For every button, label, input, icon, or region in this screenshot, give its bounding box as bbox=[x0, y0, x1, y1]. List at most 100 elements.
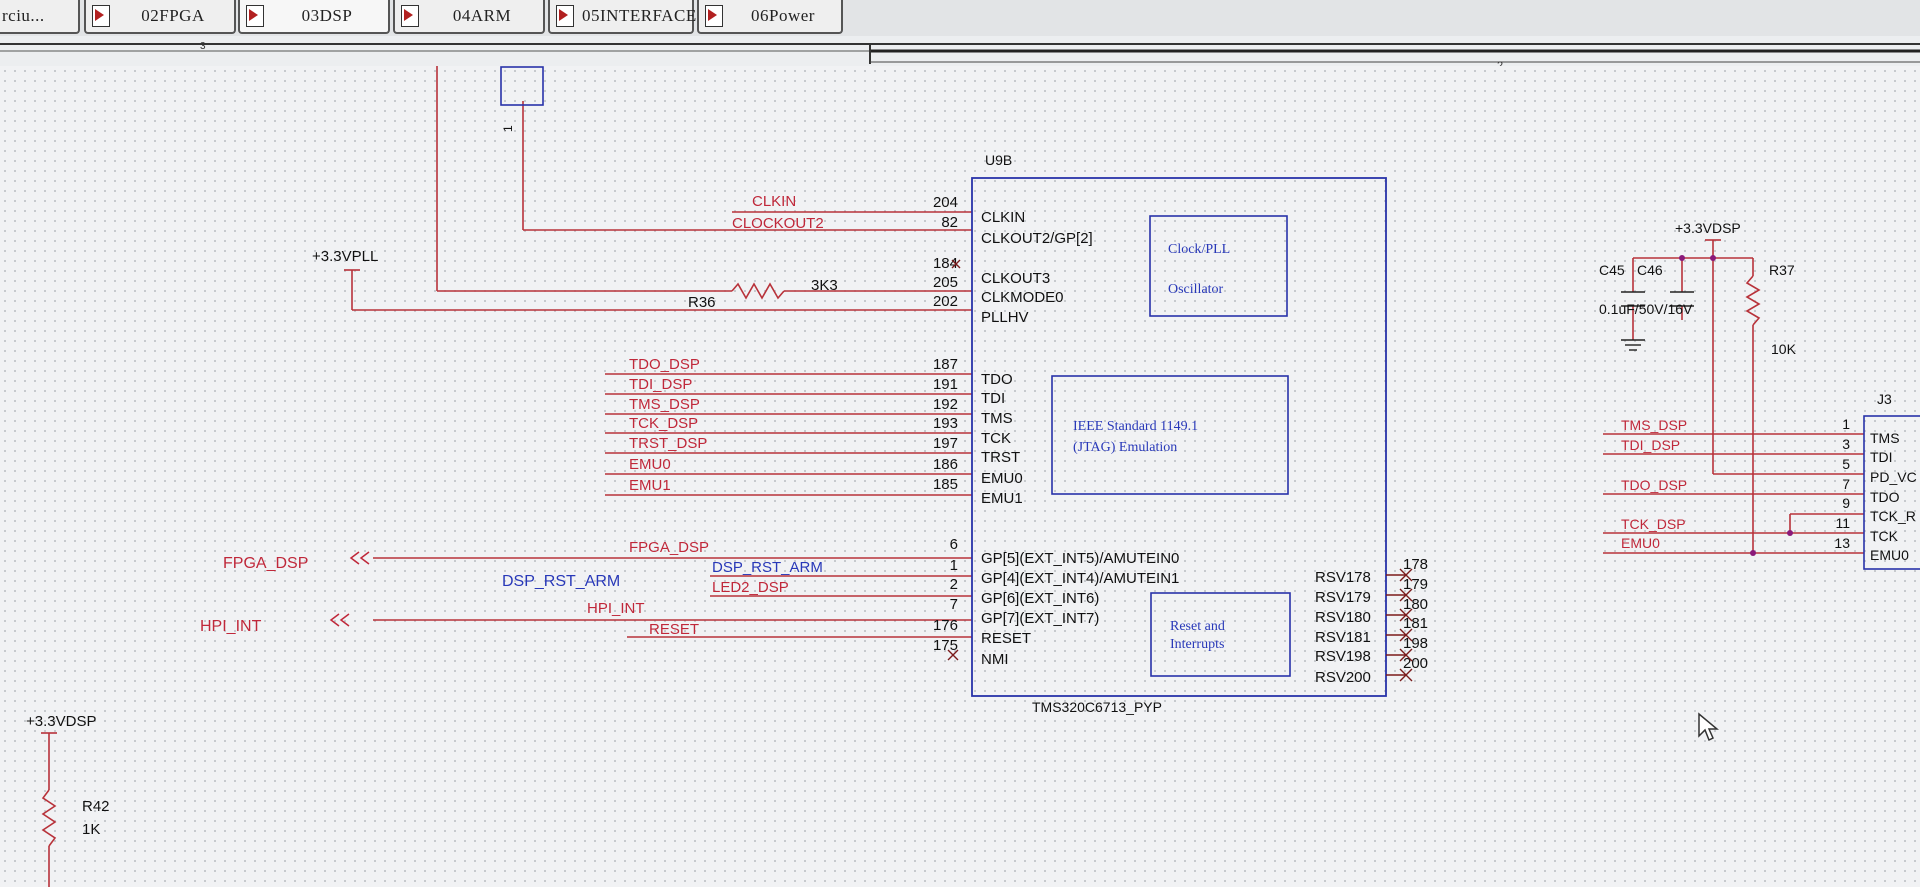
pin-number: 202 bbox=[933, 293, 958, 310]
reset-block-line1: Reset and bbox=[1170, 619, 1225, 634]
pin-name: RSV178 bbox=[1315, 569, 1371, 586]
net-label-emu0: EMU0 bbox=[629, 456, 671, 473]
reset-block-line2: Interrupts bbox=[1170, 637, 1224, 652]
schematic-sheet-icon bbox=[92, 5, 110, 27]
j3-pin-name: TDI bbox=[1870, 449, 1893, 465]
net-label-reset: RESET bbox=[649, 621, 699, 638]
r37-designator: R37 bbox=[1769, 262, 1795, 278]
r37-value: 10K bbox=[1771, 341, 1797, 357]
j3-pin-name: EMU0 bbox=[1870, 547, 1909, 563]
j3-pin-number: 3 bbox=[1842, 436, 1850, 452]
pin-number: 82 bbox=[941, 214, 958, 231]
net-label: TMS_DSP bbox=[1621, 417, 1687, 433]
tab-02fpga[interactable]: 02FPGA bbox=[84, 0, 236, 34]
r36-designator: R36 bbox=[688, 294, 716, 311]
j3-pin-number: 13 bbox=[1834, 535, 1850, 551]
junction-dots bbox=[1679, 255, 1793, 556]
cap-values: 0.1uF/50V/16V bbox=[1599, 301, 1693, 317]
r42-power-label: +3.3VDSP bbox=[26, 713, 96, 730]
offsheet-dsp-rst-arm[interactable]: DSP_RST_ARM bbox=[502, 573, 620, 590]
right-block-labels: +3.3VDSP C45 C46 0.1uF/50V/16V R37 10K J… bbox=[1599, 220, 1892, 407]
net-label-led2-dsp: LED2_DSP bbox=[712, 579, 789, 596]
pin-number: 2 bbox=[950, 576, 958, 593]
schematic-sheet-icon bbox=[556, 5, 574, 27]
pin-number: 200 bbox=[1403, 655, 1428, 672]
net-label-clockout2: CLOCKOUT2 bbox=[732, 215, 824, 232]
net-label-tdi: TDI_DSP bbox=[629, 376, 692, 393]
schematic-canvas[interactable]: 1 U9B TMS320C6713_PYP Clock/PLL Oscillat… bbox=[0, 66, 1920, 887]
net-label-trst: TRST_DSP bbox=[629, 435, 707, 452]
r42-designator: R42 bbox=[82, 798, 110, 815]
pin-number: 179 bbox=[1403, 576, 1428, 593]
net-label: TCK_DSP bbox=[1621, 516, 1686, 532]
j3-pin-name: PD_VC bbox=[1870, 469, 1917, 485]
tab-label: 03DSP bbox=[301, 6, 353, 25]
pin-name: RSV181 bbox=[1315, 629, 1371, 646]
pin-number: 193 bbox=[933, 415, 958, 432]
j3-net-labels: TMS_DSP TDI_DSP TDO_DSP TCK_DSP EMU0 bbox=[1621, 417, 1687, 551]
pin-name: CLKIN bbox=[981, 209, 1025, 226]
pin-number: 181 bbox=[1403, 615, 1428, 632]
pin-name: CLKOUT2/GP[2] bbox=[981, 230, 1093, 247]
c46-designator: C46 bbox=[1637, 262, 1663, 278]
pin-number: 192 bbox=[933, 396, 958, 413]
offsheet-hpi-int[interactable]: HPI_INT bbox=[200, 618, 262, 635]
pin-number: 186 bbox=[933, 456, 958, 473]
offsheet-fpga-dsp[interactable]: FPGA_DSP bbox=[223, 555, 308, 572]
jtag-block-line2: (JTAG) Emulation bbox=[1073, 440, 1177, 455]
pin-name: RSV180 bbox=[1315, 609, 1371, 626]
tab-label: 02FPGA bbox=[141, 6, 205, 25]
clock-pll-block bbox=[1149, 215, 1288, 317]
pin-number: 178 bbox=[1403, 556, 1428, 573]
pin-number: 187 bbox=[933, 356, 958, 373]
pin-number: 185 bbox=[933, 476, 958, 493]
j3-pin-number: 1 bbox=[1842, 416, 1850, 432]
sheet-border-ruler: 3 2 bbox=[0, 36, 1920, 72]
schematic-sheet-icon bbox=[705, 5, 723, 27]
net-label-clkin: CLKIN bbox=[752, 193, 796, 210]
pin-number: 197 bbox=[933, 435, 958, 452]
j3-pin-number: 9 bbox=[1842, 495, 1850, 511]
pin-name: RESET bbox=[981, 630, 1031, 647]
test-point-symbol[interactable] bbox=[500, 66, 544, 106]
pin-number: 180 bbox=[1403, 596, 1428, 613]
schematic-drawing[interactable]: 1 U9B TMS320C6713_PYP Clock/PLL Oscillat… bbox=[0, 66, 1920, 887]
tab-sheet-01[interactable]: rciu... bbox=[0, 0, 80, 34]
net-label: EMU0 bbox=[1621, 535, 1660, 551]
pin-number: 204 bbox=[933, 194, 958, 211]
pin-name: RSV198 bbox=[1315, 648, 1371, 665]
j3-pin-number: 7 bbox=[1842, 476, 1850, 492]
j3-designator: J3 bbox=[1877, 391, 1892, 407]
pin-number: 6 bbox=[950, 536, 958, 553]
offsheet-arrows bbox=[329, 551, 370, 627]
pll-power-label: +3.3VPLL bbox=[312, 248, 378, 265]
pin-name: CLKMODE0 bbox=[981, 289, 1064, 306]
test-point-pin-number: 1 bbox=[501, 125, 515, 132]
clock-block-line1: Clock/PLL bbox=[1168, 242, 1230, 257]
net-label-dsp-rst-arm: DSP_RST_ARM bbox=[712, 559, 823, 576]
net-label-hpi-int: HPI_INT bbox=[587, 600, 645, 617]
tab-04arm[interactable]: 04ARM bbox=[393, 0, 545, 34]
pin-number: 184 bbox=[933, 255, 958, 272]
tab-03dsp[interactable]: 03DSP bbox=[238, 0, 390, 34]
tab-label: rciu... bbox=[2, 6, 45, 25]
clock-block-line2: Oscillator bbox=[1168, 282, 1224, 297]
tab-label: 04ARM bbox=[452, 6, 512, 25]
pin-number: 1 bbox=[950, 557, 958, 574]
pin-name: NMI bbox=[981, 651, 1009, 668]
pin-name: EMU1 bbox=[981, 490, 1023, 507]
mouse-cursor-icon bbox=[1698, 712, 1719, 742]
ruler-zone-3: 3 bbox=[200, 41, 206, 52]
jtag-block-line1: IEEE Standard 1149.1 bbox=[1073, 419, 1198, 434]
pin-name: TDI bbox=[981, 390, 1005, 407]
tab-label: 06Power bbox=[751, 6, 815, 25]
schematic-sheet-icon bbox=[246, 5, 264, 27]
pin-number: 198 bbox=[1403, 635, 1428, 652]
j3-pin-number: 5 bbox=[1842, 456, 1850, 472]
pin-name: TCK bbox=[981, 430, 1011, 447]
tab-06power[interactable]: 06Power bbox=[697, 0, 843, 34]
pin-name: EMU0 bbox=[981, 470, 1023, 487]
net-label-tms: TMS_DSP bbox=[629, 396, 700, 413]
pin-number: 205 bbox=[933, 274, 958, 291]
tab-05interface[interactable]: 05INTERFACE bbox=[548, 0, 696, 34]
